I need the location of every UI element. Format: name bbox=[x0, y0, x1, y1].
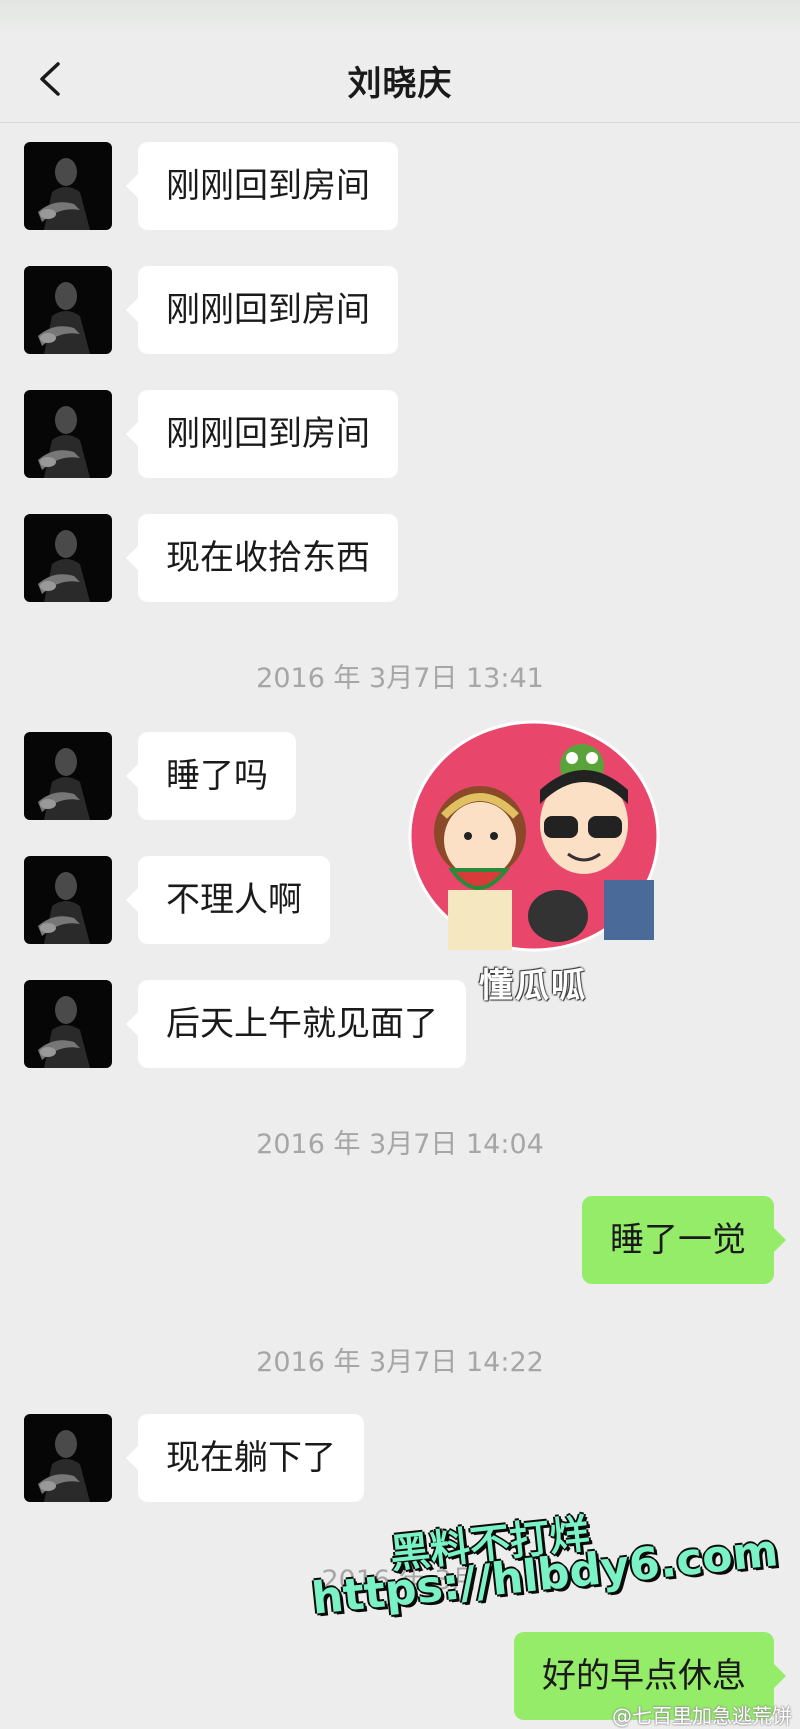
contact-avatar[interactable] bbox=[24, 856, 112, 944]
contact-avatar[interactable] bbox=[24, 142, 112, 230]
message-row: 睡了吗 bbox=[0, 732, 800, 822]
incoming-message-bubble[interactable]: 后天上午就见面了 bbox=[126, 980, 466, 1068]
contact-avatar[interactable] bbox=[24, 514, 112, 602]
cartoon-logo-image bbox=[408, 720, 660, 952]
message-row: 刚刚回到房间 bbox=[0, 142, 800, 232]
message-row: 睡了一觉 bbox=[0, 1196, 800, 1286]
incoming-message-bubble[interactable]: 刚刚回到房间 bbox=[126, 390, 398, 478]
message-row: 现在收拾东西 bbox=[0, 514, 800, 604]
timestamp: 2016 年 3月7日 13:41 bbox=[256, 663, 544, 694]
incoming-message-bubble[interactable]: 现在收拾东西 bbox=[126, 514, 398, 602]
message-row: 刚刚回到房间 bbox=[0, 266, 800, 356]
incoming-message-bubble[interactable]: 睡了吗 bbox=[126, 732, 296, 820]
contact-avatar[interactable] bbox=[24, 732, 112, 820]
status-bar-area bbox=[0, 0, 800, 40]
incoming-message-bubble[interactable]: 不理人啊 bbox=[126, 856, 330, 944]
message-row: 后天上午就见面了 bbox=[0, 980, 800, 1070]
contact-avatar[interactable] bbox=[24, 390, 112, 478]
logo-caption: 懂瓜呱 bbox=[479, 966, 587, 1006]
incoming-message-bubble[interactable]: 刚刚回到房间 bbox=[126, 142, 398, 230]
timestamp: 2016 年 3月7日 14:04 bbox=[256, 1129, 544, 1160]
outgoing-message-bubble[interactable]: 睡了一觉 bbox=[582, 1196, 786, 1284]
contact-avatar[interactable] bbox=[24, 1414, 112, 1502]
message-row: 不理人啊 bbox=[0, 856, 800, 946]
header-divider bbox=[0, 122, 800, 123]
incoming-message-bubble[interactable]: 刚刚回到房间 bbox=[126, 266, 398, 354]
weibo-credit: @七百里加急逃荒饼 bbox=[612, 1704, 792, 1728]
contact-avatar[interactable] bbox=[24, 266, 112, 354]
chat-header: 刘晓庆 bbox=[0, 40, 800, 122]
timestamp: 2016 年 3月7日 14:22 bbox=[256, 1347, 544, 1378]
message-row: 刚刚回到房间 bbox=[0, 390, 800, 480]
incoming-message-bubble[interactable]: 现在躺下了 bbox=[126, 1414, 364, 1502]
contact-avatar[interactable] bbox=[24, 980, 112, 1068]
message-row: 现在躺下了 bbox=[0, 1414, 800, 1504]
chat-title: 刘晓庆 bbox=[347, 64, 453, 104]
